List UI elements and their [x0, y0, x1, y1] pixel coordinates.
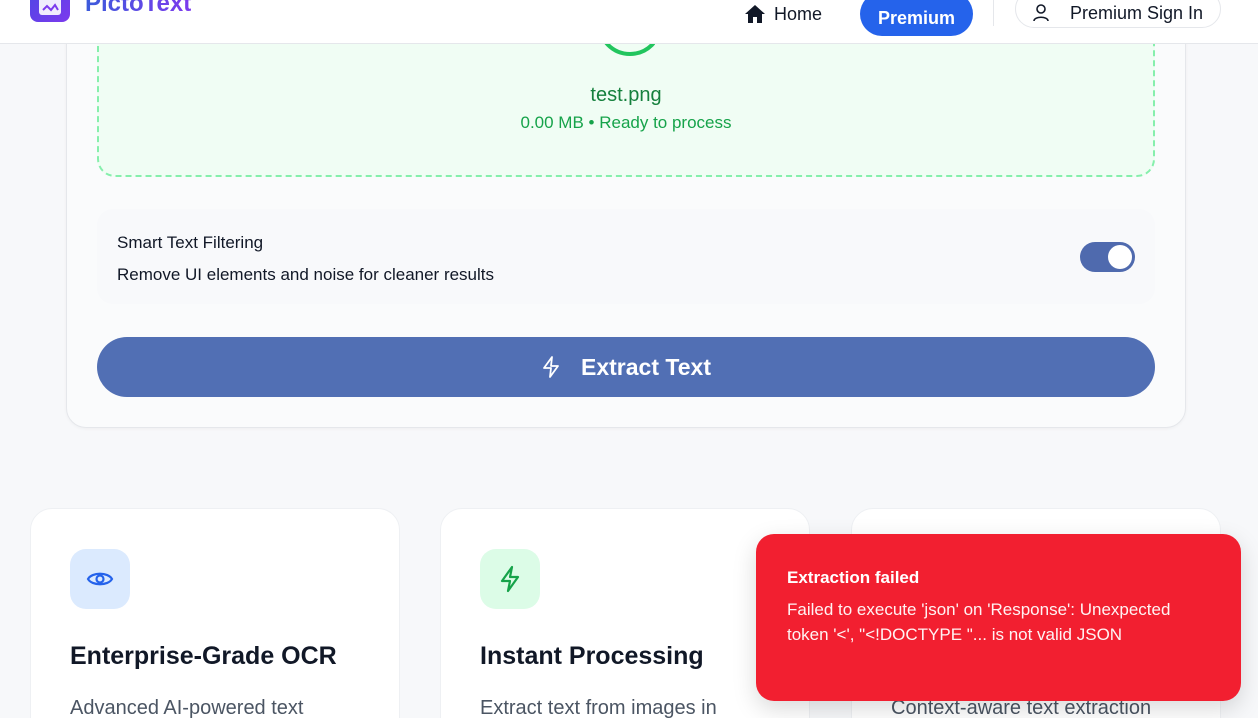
toast-title: Extraction failed	[787, 568, 920, 587]
feature-title: Instant Processing	[480, 642, 704, 670]
file-name: test.png	[590, 84, 662, 106]
feature-description: Advanced AI-powered text	[70, 697, 304, 718]
toast-message: Failed to execute 'json' on 'Response': …	[787, 600, 1171, 644]
top-header: PictoText Home Premium Premium Sign In	[0, 0, 1258, 44]
home-icon	[745, 5, 765, 23]
file-meta: 0.00 MB • Ready to process	[520, 113, 732, 132]
error-toast[interactable]: Extraction failed Failed to execute 'jso…	[756, 534, 1241, 701]
smart-filter-toggle[interactable]	[1080, 242, 1135, 272]
premium-button[interactable]: Premium	[860, 0, 973, 36]
feature-description: Extract text from images in	[480, 697, 717, 718]
feature-card-ocr: Enterprise-Grade OCR Advanced AI-powered…	[30, 508, 400, 718]
nav-home-label: Home	[774, 3, 823, 24]
smart-filter-title: Smart Text Filtering	[117, 233, 264, 252]
lightning-icon	[480, 549, 540, 609]
nav-divider	[993, 0, 994, 26]
lightning-icon	[543, 356, 559, 378]
nav-home-link[interactable]: Home	[744, 2, 822, 26]
toggle-knob	[1108, 245, 1132, 269]
smart-filter-panel	[97, 209, 1155, 304]
feature-card-processing: Instant Processing Extract text from ima…	[440, 508, 810, 718]
feature-title: Enterprise-Grade OCR	[70, 642, 337, 670]
signin-label: Premium Sign In	[1070, 2, 1204, 23]
logo-icon[interactable]	[30, 0, 70, 22]
extract-text-label: Extract Text	[581, 353, 711, 380]
extract-text-button[interactable]: Extract Text	[97, 337, 1155, 397]
eye-icon	[70, 549, 130, 609]
user-icon	[1033, 4, 1049, 22]
logo-text[interactable]: PictoText	[85, 0, 191, 18]
premium-signin-button[interactable]: Premium Sign In	[1015, 0, 1221, 28]
smart-filter-description: Remove UI elements and noise for cleaner…	[117, 265, 495, 284]
